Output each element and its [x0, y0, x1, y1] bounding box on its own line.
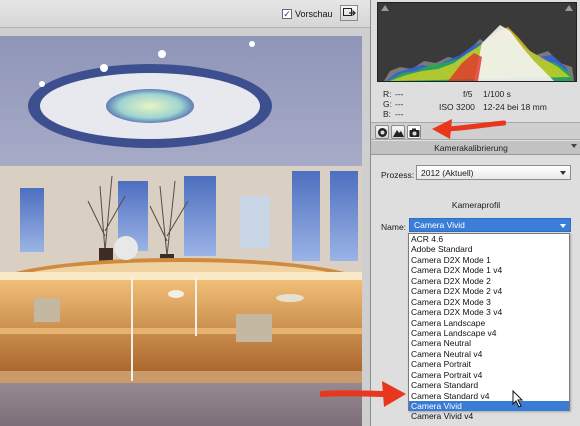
profile-heading: Kameraprofil [451, 200, 501, 210]
iso-value: ISO 3200 [439, 102, 475, 112]
section-menu-icon[interactable] [571, 144, 577, 148]
photo-preview[interactable] [0, 36, 362, 426]
profile-option[interactable]: Camera D2X Mode 1 v4 [409, 265, 569, 275]
process-label: Prozess: [381, 170, 415, 180]
profile-option[interactable]: Camera Landscape [409, 318, 569, 328]
profile-option[interactable]: Camera Vivid v4 [409, 411, 569, 421]
process-value: 2012 (Aktuell) [421, 168, 474, 178]
profile-name-select[interactable]: Camera Vivid [409, 218, 571, 232]
preview-checkbox[interactable]: ✓ [282, 9, 292, 19]
shutter-speed-value: 1/100 s [483, 89, 511, 99]
mountain-icon [393, 130, 404, 137]
camera-raw-panel: R: --- G: --- B: --- f/5 1/100 s ISO 3200 1… [370, 0, 580, 426]
fullscreen-icon [343, 8, 356, 16]
tab-basic[interactable] [375, 125, 389, 139]
profile-option[interactable]: Camera D2X Mode 1 [409, 255, 569, 265]
g-value: --- [395, 99, 404, 109]
profile-option[interactable]: Camera D2X Mode 3 [409, 297, 569, 307]
section-title: Kamerakalibrierung [434, 143, 508, 153]
section-header: Kamerakalibrierung [371, 141, 580, 155]
chevron-down-icon [560, 224, 566, 228]
profile-option[interactable]: Camera Neutral [409, 338, 569, 348]
histogram-graph [384, 25, 574, 81]
preview-toolbar: ✓ Vorschau [0, 0, 370, 28]
profile-option[interactable]: Camera D2X Mode 3 v4 [409, 307, 569, 317]
profile-option[interactable]: Camera Portrait v4 [409, 370, 569, 380]
preview-label: Vorschau [295, 9, 333, 19]
tab-tone-curve[interactable] [391, 125, 405, 139]
profile-option[interactable]: Camera Landscape v4 [409, 328, 569, 338]
profile-dropdown-list: ACR 4.6 Adobe Standard Camera D2X Mode 1 Ca… [408, 233, 570, 421]
g-label: G: [383, 99, 392, 109]
aperture-value: f/5 [463, 89, 473, 99]
profile-option[interactable]: ACR 4.6 [409, 234, 569, 244]
tab-camera-calibration[interactable] [407, 125, 421, 139]
profile-option[interactable]: Camera Vivid [409, 401, 569, 412]
profile-option[interactable]: Camera D2X Mode 2 v4 [409, 286, 569, 296]
process-select[interactable]: 2012 (Aktuell) [416, 165, 571, 180]
profile-option[interactable]: Camera D2X Mode 2 [409, 276, 569, 286]
r-label: R: [383, 89, 392, 99]
profile-option[interactable]: Camera Standard [409, 380, 569, 390]
profile-option[interactable]: Camera Standard v4 [409, 391, 569, 401]
info-readout: R: --- G: --- B: --- f/5 1/100 s ISO 3200 1… [371, 86, 580, 119]
b-label: B: [383, 109, 392, 119]
profile-name-label: Name: [381, 222, 407, 232]
r-value: --- [395, 89, 404, 99]
fullscreen-toggle-button[interactable] [340, 5, 358, 21]
chevron-down-icon [560, 171, 566, 175]
photo-image [0, 36, 362, 426]
aperture-icon [378, 128, 387, 137]
lens-value: 12-24 bei 18 mm [483, 102, 547, 112]
panel-tab-bar [371, 122, 580, 140]
camera-icon [409, 128, 420, 137]
histogram [377, 2, 577, 82]
image-workspace: ✓ Vorschau [0, 0, 370, 426]
profile-option[interactable]: Camera Neutral v4 [409, 349, 569, 359]
profile-option[interactable]: Camera Portrait [409, 359, 569, 369]
b-value: --- [395, 109, 404, 119]
highlight-clipping-warning-icon[interactable] [565, 5, 573, 11]
profile-option[interactable]: Adobe Standard [409, 244, 569, 254]
profile-selected-value: Camera Vivid [414, 220, 465, 230]
shadow-clipping-warning-icon[interactable] [381, 5, 389, 11]
